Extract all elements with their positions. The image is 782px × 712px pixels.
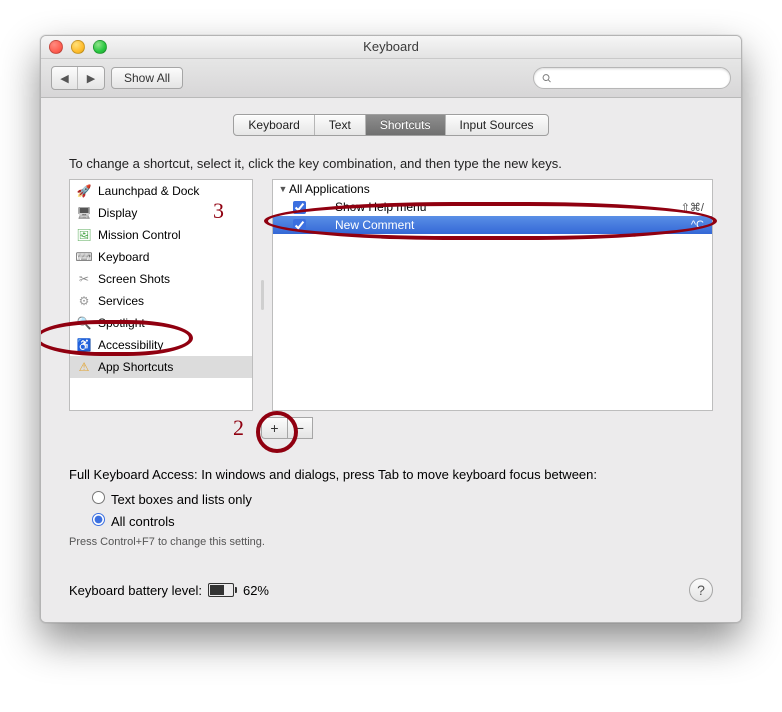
shortcut-group[interactable]: ▼All Applications [273, 180, 712, 198]
panes: 🚀 Launchpad & Dock 🖥 Display 🖼 Mission Contro… [69, 179, 713, 411]
category-launchpad-dock[interactable]: 🚀 Launchpad & Dock [70, 180, 252, 202]
tab-input-sources[interactable]: Input Sources [446, 115, 548, 135]
fka-label: Full Keyboard Access: In windows and dia… [69, 467, 713, 482]
content: KeyboardTextShortcutsInput Sources To ch… [41, 98, 741, 622]
tab-keyboard[interactable]: Keyboard [234, 115, 314, 135]
category-display[interactable]: 🖥 Display [70, 202, 252, 224]
group-label: All Applications [289, 182, 704, 196]
shortcut-row[interactable]: New Comment^C [273, 216, 712, 234]
tabs: KeyboardTextShortcutsInput Sources [69, 114, 713, 136]
remove-button[interactable]: − [287, 417, 313, 439]
battery-percent: 62% [243, 583, 269, 598]
fka-opt1[interactable]: Text boxes and lists only [87, 488, 713, 510]
window-controls [49, 40, 107, 54]
tab-text[interactable]: Text [315, 115, 366, 135]
category-label: Keyboard [98, 250, 149, 264]
add-remove-buttons: + − 2 [261, 417, 713, 439]
mission-control-icon: 🖼 [76, 227, 92, 243]
window-title: Keyboard [363, 39, 419, 54]
shortcut-label: New Comment [305, 218, 691, 232]
accessibility-icon: ♿ [76, 337, 92, 353]
category-label: App Shortcuts [98, 360, 173, 374]
fka-opt2[interactable]: All controls [87, 510, 713, 532]
category-app-shortcuts[interactable]: ⚠ App Shortcuts [70, 356, 252, 378]
footer: Keyboard battery level: 62% ? [69, 578, 713, 602]
annotation-number-2: 2 [233, 415, 244, 441]
category-services[interactable]: ⚙ Services [70, 290, 252, 312]
fka-radio-1[interactable] [92, 491, 105, 504]
minimize-icon[interactable] [71, 40, 85, 54]
shortcut-keys[interactable]: ⇧⌘/ [681, 201, 704, 214]
category-label: Spotlight [98, 316, 145, 330]
fka-radios: Text boxes and lists only All controls [87, 488, 713, 532]
category-spotlight[interactable]: 🔍 Spotlight [70, 312, 252, 334]
titlebar: Keyboard [41, 36, 741, 59]
help-button[interactable]: ? [689, 578, 713, 602]
shortcut-keys[interactable]: ^C [691, 219, 704, 231]
back-button[interactable]: ◀ [52, 67, 78, 89]
search-field[interactable] [533, 67, 731, 89]
show-all-button[interactable]: Show All [111, 67, 183, 89]
category-keyboard[interactable]: ⌨ Keyboard [70, 246, 252, 268]
app-shortcuts-icon: ⚠ [76, 359, 92, 375]
category-screen-shots[interactable]: ✂ Screen Shots [70, 268, 252, 290]
close-icon[interactable] [49, 40, 63, 54]
category-label: Screen Shots [98, 272, 170, 286]
search-icon [542, 73, 552, 84]
category-accessibility[interactable]: ♿ Accessibility [70, 334, 252, 356]
category-label: Mission Control [98, 228, 181, 242]
battery-icon [208, 583, 237, 597]
category-label: Accessibility [98, 338, 163, 352]
fka-note: Press Control+F7 to change this setting. [69, 536, 713, 548]
category-list[interactable]: 🚀 Launchpad & Dock 🖥 Display 🖼 Mission Contro… [69, 179, 253, 411]
disclosure-triangle-icon[interactable]: ▼ [277, 184, 289, 194]
nav-seg: ◀ ▶ [51, 66, 105, 90]
shortcut-list[interactable]: ▼All ApplicationsShow Help menu⇧⌘/New Co… [272, 179, 713, 411]
battery-label: Keyboard battery level: [69, 583, 202, 598]
search-input[interactable] [556, 70, 722, 86]
launchpad-icon: 🚀 [76, 183, 92, 199]
splitter[interactable] [261, 179, 264, 411]
tab-shortcuts[interactable]: Shortcuts [366, 115, 446, 135]
gear-icon: ⚙ [76, 293, 92, 309]
forward-button[interactable]: ▶ [78, 67, 104, 89]
category-label: Launchpad & Dock [98, 184, 199, 198]
fka-radio-2[interactable] [92, 513, 105, 526]
toolbar: ◀ ▶ Show All [41, 59, 741, 98]
add-button[interactable]: + [261, 417, 287, 439]
camera-icon: ✂ [76, 271, 92, 287]
shortcut-label: Show Help menu [305, 200, 681, 214]
category-label: Display [98, 206, 137, 220]
category-label: Services [98, 294, 144, 308]
keyboard-icon: ⌨ [76, 249, 92, 265]
preferences-window: Keyboard ◀ ▶ Show All KeyboardTextShortc… [40, 35, 742, 623]
instruction-text: To change a shortcut, select it, click t… [69, 156, 713, 171]
shortcut-row[interactable]: Show Help menu⇧⌘/ [273, 198, 712, 216]
display-icon: 🖥 [76, 205, 92, 221]
spotlight-icon: 🔍 [76, 315, 92, 331]
category-mission-control[interactable]: 🖼 Mission Control [70, 224, 252, 246]
zoom-icon[interactable] [93, 40, 107, 54]
